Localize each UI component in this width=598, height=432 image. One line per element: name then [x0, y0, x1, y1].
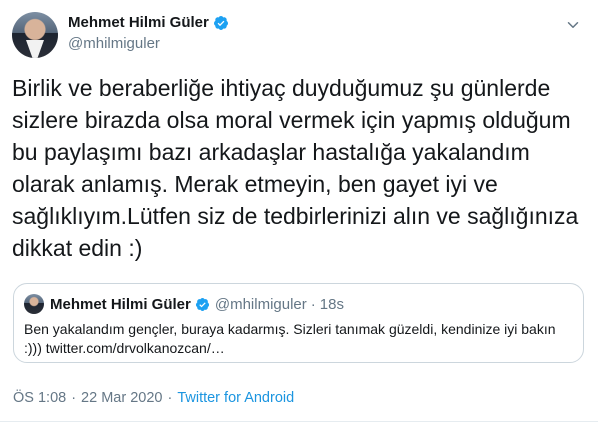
quoted-tweet[interactable]: Mehmet Hilmi Güler @mhilmiguler · 18s Be… — [13, 283, 584, 363]
verified-badge-icon — [213, 15, 228, 30]
source-link[interactable]: Twitter for Android — [177, 390, 294, 406]
avatar[interactable] — [12, 12, 58, 58]
tweet-meta: ÖS 1:08 · 22 Mar 2020 · Twitter for Andr… — [13, 390, 294, 406]
tweet-card: Mehmet Hilmi Güler @mhilmiguler Birlik v… — [0, 0, 598, 432]
tweet-date[interactable]: 22 Mar 2020 — [81, 390, 162, 406]
author-block: Mehmet Hilmi Güler @mhilmiguler — [68, 14, 229, 52]
tweet-text: Birlik ve beraberliğe ihtiyaç duyduğumuz… — [12, 75, 579, 261]
divider — [0, 421, 598, 422]
tweet-time[interactable]: ÖS 1:08 — [13, 390, 66, 406]
author-display-name[interactable]: Mehmet Hilmi Güler — [68, 14, 209, 31]
meta-separator: · — [167, 390, 173, 406]
meta-separator: · — [71, 390, 77, 406]
quoted-separator: · — [310, 295, 316, 313]
verified-badge-icon — [195, 297, 209, 311]
quoted-tweet-header: Mehmet Hilmi Güler @mhilmiguler · 18s — [24, 294, 344, 314]
quoted-avatar — [24, 294, 44, 314]
author-handle[interactable]: @mhilmiguler — [68, 35, 229, 52]
caret-down-icon[interactable] — [564, 16, 582, 34]
quoted-handle: @mhilmiguler — [214, 295, 307, 313]
quoted-tweet-text: Ben yakalandım gençler, buraya kadarmış.… — [24, 321, 556, 356]
author-name-row[interactable]: Mehmet Hilmi Güler — [68, 14, 229, 31]
quoted-timestamp: 18s — [319, 295, 344, 313]
quoted-display-name: Mehmet Hilmi Güler — [50, 295, 191, 313]
